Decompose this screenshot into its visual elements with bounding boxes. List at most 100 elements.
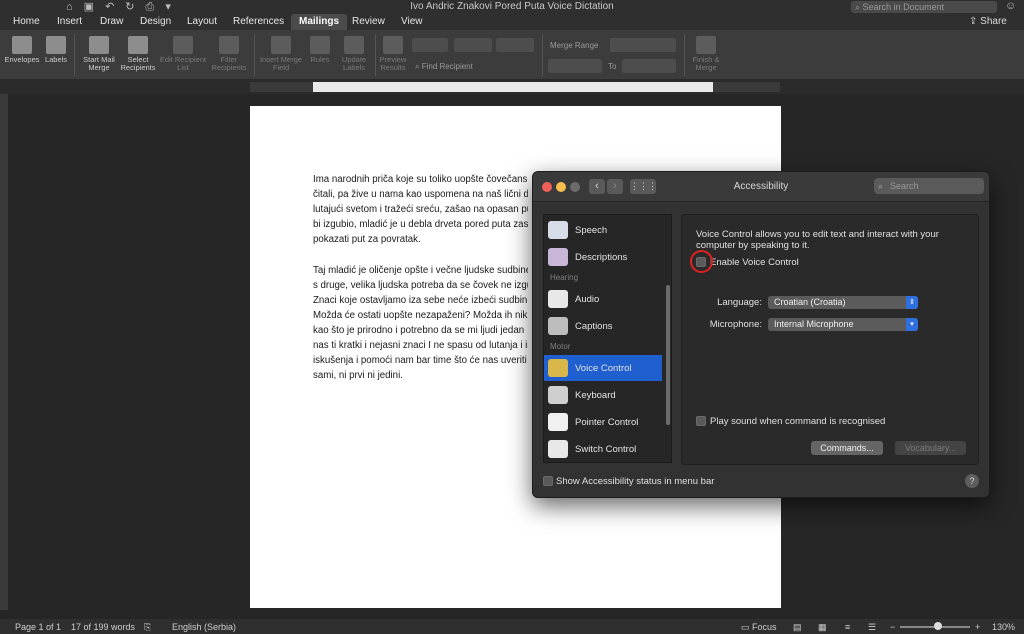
accessibility-sidebar[interactable]: Speech Descriptions Hearing Audio Captio… — [543, 214, 672, 463]
sidebar-item-descriptions[interactable]: Descriptions — [544, 244, 662, 270]
keyboard-icon — [548, 386, 568, 404]
voice-control-description: Voice Control allows you to edit text an… — [696, 229, 939, 251]
finish-merge-icon — [696, 36, 716, 54]
enable-voice-control-label[interactable]: Enable Voice Control — [710, 257, 799, 268]
start-mail-merge-button[interactable]: Start Mail Merge — [79, 30, 119, 72]
help-button[interactable]: ? — [965, 474, 979, 488]
tab-view[interactable]: View — [401, 16, 423, 27]
record-number-input[interactable] — [454, 38, 492, 52]
vocabulary-button[interactable]: Vocabulary... — [895, 441, 966, 455]
tab-references[interactable]: References — [233, 16, 284, 27]
back-button[interactable]: ‹ — [589, 179, 605, 194]
focus-button[interactable]: ▭ Focus — [741, 622, 777, 633]
tab-design[interactable]: Design — [140, 16, 171, 27]
show-status-checkbox[interactable] — [543, 476, 553, 486]
close-button[interactable] — [542, 182, 552, 192]
zoom-level[interactable]: 130% — [992, 622, 1015, 632]
search-icon: ⌕ — [855, 2, 863, 12]
envelopes-button[interactable]: Envelopes — [3, 30, 41, 64]
select-recipients-button[interactable]: Select Recipients — [119, 30, 157, 72]
chevron-right-icon: › — [613, 180, 617, 192]
filter-recipients-button[interactable]: Filter Recipients — [208, 30, 250, 72]
sidebar-item-voice-control[interactable]: Voice Control — [544, 355, 662, 381]
mail-merge-icon — [89, 36, 109, 54]
sidebar-item-pointer-control[interactable]: Pointer Control — [544, 409, 662, 435]
tab-mailings[interactable]: Mailings — [291, 14, 348, 30]
dialog-titlebar: ‹ › ⋮⋮⋮ Accessibility ⌕ Search — [533, 172, 989, 202]
share-button[interactable]: ⇪ Share — [969, 16, 1007, 27]
text-line: iskušenja i pomoći nam bar time što će n… — [313, 355, 527, 366]
horizontal-ruler[interactable] — [0, 80, 1024, 94]
show-all-button[interactable]: ⋮⋮⋮ — [630, 179, 657, 194]
tab-layout[interactable]: Layout — [187, 16, 217, 27]
word-count[interactable]: 17 of 199 words — [71, 622, 135, 632]
language-status[interactable]: English (Serbia) — [172, 622, 236, 632]
rules-button[interactable]: Rules — [306, 30, 334, 64]
web-layout-icon[interactable]: ▦ — [818, 622, 827, 633]
profile-icon[interactable]: ☺ — [1005, 0, 1016, 12]
zoom-out-button[interactable]: − — [890, 622, 895, 632]
merge-range-label: Merge Range — [550, 41, 599, 50]
captions-icon — [548, 317, 568, 335]
merge-to-input[interactable] — [622, 59, 676, 73]
play-sound-checkbox[interactable] — [696, 416, 706, 426]
microphone-select[interactable]: Internal Microphone ▾ — [768, 318, 918, 331]
print-layout-icon[interactable]: ▤ — [793, 622, 802, 633]
sidebar-item-audio[interactable]: Audio — [544, 286, 662, 312]
commands-button[interactable]: Commands... — [811, 441, 883, 455]
edit-recipient-list-button[interactable]: Edit Recipient List — [158, 30, 208, 72]
text-line: bi izgubio, mladić je u debla drveta por… — [313, 219, 528, 230]
first-record-button[interactable] — [412, 38, 448, 52]
speech-icon — [548, 221, 568, 239]
ribbon-divider — [254, 34, 255, 76]
vertical-ruler[interactable] — [0, 94, 8, 610]
update-labels-button[interactable]: Update Labels — [336, 30, 372, 72]
text-line: lutajući svetom i tražeći sreću, zašao n… — [313, 204, 528, 215]
tab-review[interactable]: Review — [352, 16, 385, 27]
zoom-slider-thumb[interactable] — [934, 622, 942, 630]
show-status-label[interactable]: Show Accessibility status in menu bar — [556, 476, 714, 487]
envelope-icon — [12, 36, 32, 54]
switch-control-icon — [548, 440, 568, 458]
ruler-track — [250, 82, 780, 92]
sidebar-item-switch-control[interactable]: Switch Control — [544, 436, 662, 462]
sidebar-item-captions[interactable]: Captions — [544, 313, 662, 339]
filter-icon — [219, 36, 239, 54]
proofing-icon[interactable]: ⎘ — [144, 622, 151, 633]
insert-merge-field-button[interactable]: Insert Merge Field — [258, 30, 304, 72]
paragraph-1[interactable]: Ima narodnih priča koje su toliko uopšte… — [313, 172, 528, 247]
finish-merge-button[interactable]: Finish & Merge — [688, 30, 724, 72]
sidebar-item-keyboard[interactable]: Keyboard — [544, 382, 662, 408]
text-line: Ima narodnih priča koje su toliko uopšte… — [313, 174, 528, 185]
preview-results-button[interactable]: Preview Results — [376, 30, 410, 72]
labels-button[interactable]: Labels — [42, 30, 70, 64]
section-heading-hearing: Hearing — [550, 273, 579, 282]
language-select[interactable]: Croatian (Croatia) ⇕ — [768, 296, 918, 309]
chevron-left-icon: ‹ — [595, 180, 599, 192]
tab-home[interactable]: Home — [13, 16, 40, 27]
forward-button[interactable]: › — [607, 179, 623, 194]
zoom-button[interactable] — [570, 182, 580, 192]
page-count[interactable]: Page 1 of 1 — [15, 622, 61, 632]
merge-from-input[interactable] — [548, 59, 602, 73]
draft-icon[interactable]: ☰ — [868, 622, 876, 633]
tab-draw[interactable]: Draw — [100, 16, 123, 27]
play-sound-label[interactable]: Play sound when command is recognised — [710, 416, 885, 427]
mailings-ribbon: Envelopes Labels Start Mail Merge Select… — [0, 30, 1024, 80]
paragraph-2[interactable]: Taj mladić je oličenje opšte i večne lju… — [313, 263, 528, 383]
chevron-down-icon: ▾ — [906, 318, 918, 331]
merge-range-select[interactable] — [610, 38, 676, 52]
search-document-input[interactable]: ⌕ Search in Document — [851, 1, 997, 13]
share-icon: ⇪ — [969, 16, 981, 27]
sidebar-item-speech[interactable]: Speech — [544, 217, 662, 243]
minimize-button[interactable] — [556, 182, 566, 192]
zoom-in-button[interactable]: + — [975, 622, 980, 632]
preferences-search-input[interactable]: ⌕ Search — [874, 178, 984, 194]
sidebar-scrollbar[interactable] — [666, 285, 670, 425]
section-heading-motor: Motor — [550, 342, 571, 351]
outline-icon[interactable]: ≡ — [845, 622, 850, 632]
voice-control-pane: Voice Control allows you to edit text an… — [681, 214, 979, 465]
find-recipient-button[interactable]: ⌕ Find Recipient — [415, 62, 473, 72]
tab-insert[interactable]: Insert — [57, 16, 82, 27]
last-record-button[interactable] — [496, 38, 534, 52]
